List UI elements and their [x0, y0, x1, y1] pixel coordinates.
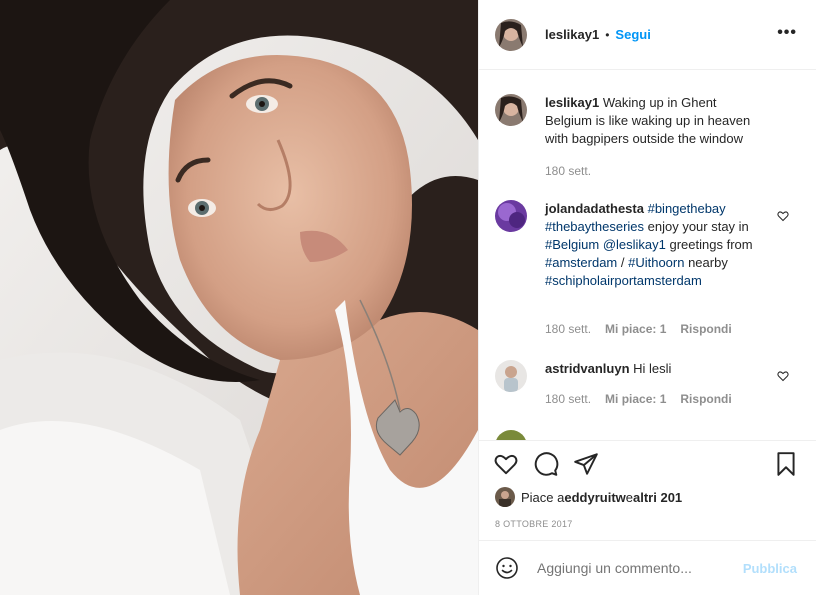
post-header: leslikay1 • Segui •••: [479, 0, 816, 70]
comment-time[interactable]: 180 sett.: [545, 322, 591, 336]
comment-meta: 180 sett. Mi piace: 1 Rispondi: [545, 322, 732, 336]
hashtag-link[interactable]: #schipholairportamsterdam: [545, 273, 702, 288]
comments-list[interactable]: leslikay1 Waking up in Ghent Belgium is …: [479, 70, 816, 440]
action-icons: [493, 451, 599, 477]
likes-middle: e: [625, 489, 634, 505]
comment-likes[interactable]: Mi piace: 1: [605, 392, 666, 406]
hashtag-link[interactable]: #Belgium: [545, 237, 599, 252]
liker-avatar[interactable]: [495, 487, 515, 507]
comment-like-heart-icon[interactable]: [777, 370, 789, 382]
hashtag-link[interactable]: #bingethebay: [648, 201, 726, 216]
hashtag-link[interactable]: #amsterdam: [545, 255, 617, 270]
instagram-post: leslikay1 • Segui ••• leslikay1 Waking u…: [0, 0, 816, 595]
reply-button[interactable]: Rispondi: [680, 322, 731, 336]
comment-like-heart-icon[interactable]: [777, 210, 789, 222]
author-avatar[interactable]: [495, 18, 527, 51]
caption-time[interactable]: 180 sett.: [545, 164, 591, 178]
comment-likes[interactable]: Mi piace: 1: [605, 322, 666, 336]
heart-icon[interactable]: [493, 451, 519, 477]
commenter-avatar[interactable]: [495, 430, 527, 440]
publish-button[interactable]: Pubblica: [743, 561, 797, 576]
post-date[interactable]: 8 OTTOBRE 2017: [495, 519, 573, 529]
hashtag-link[interactable]: @leslikay1: [603, 237, 666, 252]
post-sidebar: leslikay1 • Segui ••• leslikay1 Waking u…: [478, 0, 816, 595]
liker-username[interactable]: eddyruitw: [564, 490, 625, 505]
comment-text-block: jolandadathesta #bingethebay #thebaythes…: [545, 200, 761, 290]
hashtag-link[interactable]: #thebaytheseries: [545, 219, 644, 234]
comment-text-fragment: enjoy your stay in: [644, 219, 749, 234]
caption-avatar[interactable]: [495, 94, 527, 126]
header-separator: •: [605, 27, 610, 42]
comment-text-fragment: nearby: [684, 255, 728, 270]
post-photo[interactable]: [0, 0, 478, 595]
comment-text-fragment: /: [617, 255, 629, 270]
comment-username[interactable]: astridvanluyn: [545, 361, 630, 376]
commenter-avatar[interactable]: [495, 360, 527, 392]
comment-username[interactable]: jolandadathesta: [545, 201, 644, 216]
caption-meta: 180 sett.: [545, 164, 591, 178]
likes-count[interactable]: altri 201: [633, 490, 682, 505]
caption-username[interactable]: leslikay1: [545, 95, 599, 110]
commenter-avatar[interactable]: [495, 200, 527, 232]
likes-prefix: Piace a: [521, 489, 565, 505]
comment-text-fragment: greetings from: [665, 237, 753, 252]
comment-icon[interactable]: [533, 451, 559, 477]
bookmark-icon[interactable]: [773, 451, 799, 477]
emoji-icon[interactable]: [495, 556, 519, 580]
comment-text: Hi lesli: [633, 361, 672, 376]
comment-text-block: astridvanluyn Hi lesli: [545, 360, 761, 378]
follow-button[interactable]: Segui: [615, 27, 650, 42]
comment-meta: 180 sett. Mi piace: 1 Rispondi: [545, 392, 732, 406]
selfie-image: [0, 0, 478, 595]
hashtag-link[interactable]: #Uithoorn: [628, 255, 684, 270]
likes-summary: Piace a eddyruitw e altri 201: [495, 487, 682, 507]
post-actions: Piace a eddyruitw e altri 201 8 OTTOBRE …: [479, 440, 816, 540]
comment-time[interactable]: 180 sett.: [545, 392, 591, 406]
caption-text-block: leslikay1 Waking up in Ghent Belgium is …: [545, 94, 761, 148]
reply-button[interactable]: Rispondi: [680, 392, 731, 406]
share-icon[interactable]: [573, 451, 599, 477]
add-comment-bar: Pubblica: [479, 540, 816, 595]
comment-input[interactable]: [537, 560, 737, 576]
more-options-icon[interactable]: •••: [777, 25, 797, 41]
author-username[interactable]: leslikay1: [545, 27, 599, 42]
